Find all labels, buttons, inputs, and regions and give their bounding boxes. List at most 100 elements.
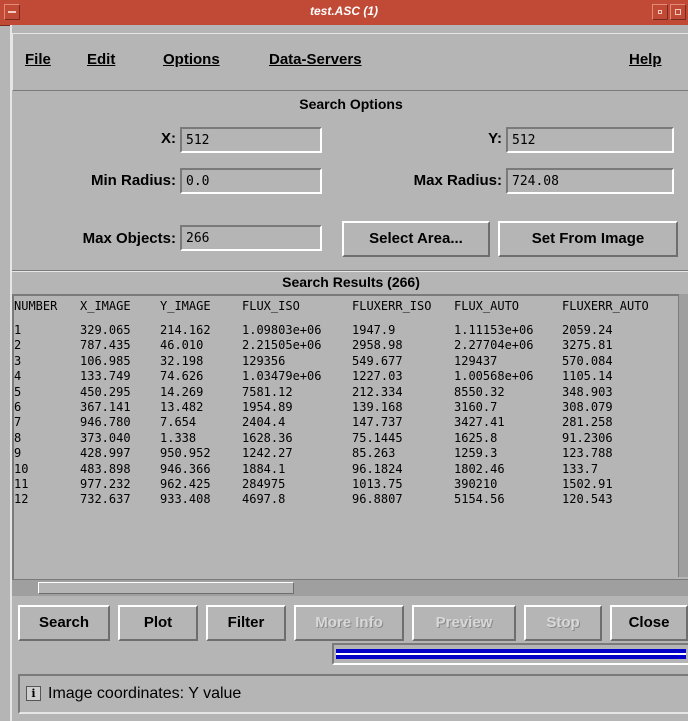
stop-button[interactable]: Stop bbox=[524, 605, 602, 641]
results-table[interactable]: NUMBER X_IMAGE Y_IMAGE FLUX_ISO FLUXERR_ISO F… bbox=[12, 294, 678, 579]
horizontal-scrollbar[interactable] bbox=[12, 579, 688, 596]
set-from-image-button[interactable]: Set From Image bbox=[498, 221, 678, 257]
column-header[interactable]: FLUXERR_ISO bbox=[352, 299, 431, 313]
column-header[interactable]: Y_IMAGE bbox=[160, 299, 211, 313]
table-cell: 1625.8 bbox=[454, 430, 498, 445]
table-cell: 946.366 bbox=[160, 461, 211, 476]
table-cell: 1.11153e+06 bbox=[454, 323, 534, 337]
menu-help[interactable]: Help bbox=[629, 51, 662, 68]
menu-help-label: Help bbox=[629, 51, 662, 68]
table-cell: 428.997 bbox=[80, 446, 131, 461]
table-cell: 962.425 bbox=[160, 477, 211, 491]
table-cell: 373.040 bbox=[80, 430, 131, 445]
table-cell: 106.985 bbox=[80, 353, 131, 368]
table-cell: 933.408 bbox=[160, 492, 211, 507]
min-radius-field[interactable]: 0.0 bbox=[180, 168, 322, 194]
plot-button[interactable]: Plot bbox=[118, 605, 198, 641]
table-cell: 13.482 bbox=[160, 400, 204, 414]
max-radius-field[interactable]: 724.08 bbox=[506, 168, 674, 194]
table-cell: 284975 bbox=[242, 477, 286, 491]
search-button[interactable]: Search bbox=[18, 605, 110, 641]
table-cell: 732.637 bbox=[80, 492, 131, 507]
table-cell: 8 bbox=[14, 430, 22, 445]
column-header[interactable]: FLUXERR_AUTO bbox=[562, 299, 649, 313]
table-cell: 32.198 bbox=[160, 353, 204, 368]
table-cell: 950.952 bbox=[160, 446, 211, 461]
table-cell: 4 bbox=[14, 369, 22, 384]
menu-file-label: File bbox=[25, 51, 51, 68]
y-field[interactable]: 512 bbox=[506, 127, 674, 153]
table-cell: 1259.3 bbox=[454, 446, 498, 461]
table-cell: 2958.98 bbox=[352, 338, 403, 353]
column-header[interactable]: X_IMAGE bbox=[80, 299, 131, 313]
close-button[interactable]: Close bbox=[610, 605, 688, 641]
menu-options[interactable]: Options bbox=[163, 51, 220, 68]
max-objects-field[interactable]: 266 bbox=[180, 225, 322, 251]
table-cell: 1 bbox=[14, 323, 22, 337]
table-cell: 1628.36 bbox=[242, 430, 293, 445]
minimize-button[interactable] bbox=[652, 4, 668, 20]
table-cell: 8550.32 bbox=[454, 384, 505, 399]
filter-button[interactable]: Filter bbox=[206, 605, 286, 641]
table-cell: 147.737 bbox=[352, 415, 403, 430]
window-title: test.ASC (1) bbox=[309, 4, 378, 18]
more-info-button[interactable]: More Info bbox=[294, 605, 404, 641]
table-cell: 1502.91 bbox=[562, 477, 613, 491]
table-cell: 12 bbox=[14, 492, 29, 507]
table-cell: 46.010 bbox=[160, 338, 204, 353]
table-cell: 214.162 bbox=[160, 323, 211, 337]
table-cell: 5154.56 bbox=[454, 492, 505, 507]
table-cell: 1.00568e+06 bbox=[454, 369, 534, 384]
menu-data-servers[interactable]: Data-Servers bbox=[269, 51, 362, 68]
menu-bar: File Edit Options Data-Servers Help bbox=[12, 33, 688, 91]
table-cell: 9 bbox=[14, 446, 22, 461]
menu-file[interactable]: File bbox=[25, 51, 51, 68]
column-header[interactable]: FLUX_ISO bbox=[242, 299, 300, 313]
table-cell: 367.141 bbox=[80, 400, 131, 414]
column-header[interactable]: NUMBER bbox=[14, 299, 57, 313]
table-cell: 2.21505e+06 bbox=[242, 338, 322, 353]
x-label: X: bbox=[161, 130, 176, 147]
table-cell: 1013.75 bbox=[352, 477, 403, 491]
horizontal-scroll-thumb[interactable] bbox=[38, 582, 294, 594]
table-cell: 75.1445 bbox=[352, 430, 403, 445]
table-cell: 3 bbox=[14, 353, 22, 368]
table-cell: 1.09803e+06 bbox=[242, 323, 322, 337]
x-field[interactable]: 512 bbox=[180, 127, 322, 153]
table-cell: 1802.46 bbox=[454, 461, 505, 476]
table-cell: 570.084 bbox=[562, 353, 613, 368]
y-label: Y: bbox=[488, 130, 502, 147]
table-cell: 1227.03 bbox=[352, 369, 403, 384]
title-bar: test.ASC (1) bbox=[0, 0, 688, 26]
preview-button[interactable]: Preview bbox=[412, 605, 516, 641]
vertical-scrollbar[interactable] bbox=[678, 294, 688, 577]
status-bar: i Image coordinates: Y value bbox=[18, 674, 688, 714]
table-cell: 1.338 bbox=[160, 430, 197, 445]
maximize-button[interactable] bbox=[670, 4, 686, 20]
search-options-title: Search Options bbox=[299, 96, 403, 112]
table-cell: 281.258 bbox=[562, 415, 613, 430]
status-text: Image coordinates: Y value bbox=[48, 685, 242, 702]
table-cell: 1.03479e+06 bbox=[242, 369, 322, 384]
table-cell: 2 bbox=[14, 338, 22, 353]
table-cell: 2.27704e+06 bbox=[454, 338, 534, 353]
table-cell: 133.749 bbox=[80, 369, 131, 384]
table-cell: 96.1824 bbox=[352, 461, 403, 476]
column-header[interactable]: FLUX_AUTO bbox=[454, 299, 519, 313]
table-cell: 7.654 bbox=[160, 415, 197, 430]
table-cell: 3160.7 bbox=[454, 400, 498, 414]
table-cell: 450.295 bbox=[80, 384, 131, 399]
progress-fill bbox=[336, 649, 686, 659]
menu-edit[interactable]: Edit bbox=[87, 51, 115, 68]
maximize-icon bbox=[675, 9, 681, 15]
table-cell: 74.626 bbox=[160, 369, 204, 384]
table-cell: 129356 bbox=[242, 353, 286, 368]
table-cell: 7 bbox=[14, 415, 22, 430]
max-objects-label: Max Objects: bbox=[82, 230, 176, 247]
minimize-icon bbox=[658, 10, 662, 14]
info-icon: i bbox=[26, 686, 41, 701]
min-radius-label: Min Radius: bbox=[91, 172, 176, 189]
select-area-button[interactable]: Select Area... bbox=[342, 221, 490, 257]
table-cell: 3427.41 bbox=[454, 415, 505, 430]
table-cell: 11 bbox=[14, 477, 29, 491]
